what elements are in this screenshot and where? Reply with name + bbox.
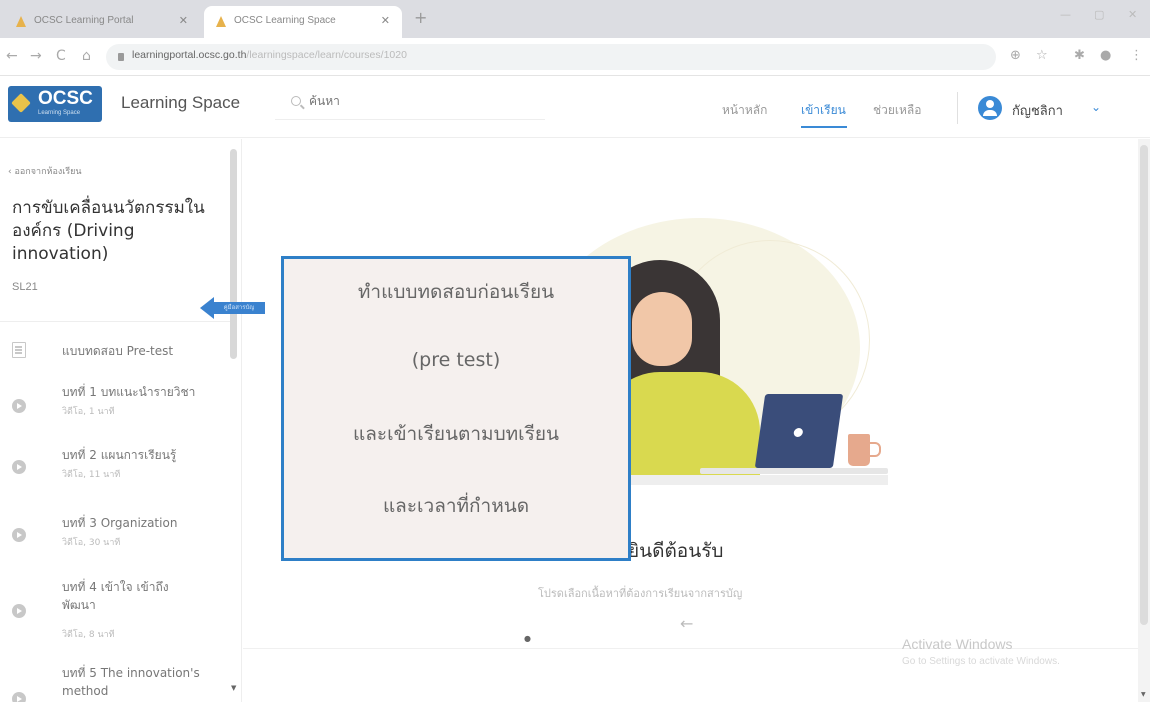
activate-windows-watermark: Activate Windows	[902, 636, 1013, 652]
lesson-meta: วิดีโอ, 11 นาที	[62, 470, 121, 480]
course-title: การขับเคลื่อนนวัตกรรมในองค์กร (Driving i…	[12, 198, 205, 264]
dot-mark: ●	[524, 634, 531, 643]
callout-line-4: และเวลาที่กำหนด	[382, 495, 530, 517]
lesson-item-2[interactable]: บทที่ 2 แผนการเรียนรู้ วิดีโอ, 11 นาที	[0, 446, 230, 496]
back-icon[interactable]: ←	[6, 48, 18, 64]
nav-active-indicator	[801, 126, 847, 128]
lesson-meta: วิดีโอ, 30 นาที	[62, 538, 121, 548]
callout-line-3: และเข้าเรียนตามบทเรียน	[352, 423, 559, 445]
search-input[interactable]	[309, 94, 529, 108]
nav-help[interactable]: ช่วยเหลือ	[873, 101, 922, 120]
laptop-icon	[754, 394, 844, 468]
welcome-title: ยินดีต้อนรับ	[628, 540, 724, 562]
lesson-title: บทที่ 2 แผนการเรียนรู้	[62, 448, 177, 462]
address-bar[interactable]: learningportal.ocsc.go.th/learningspace/…	[106, 44, 996, 70]
play-icon	[12, 692, 26, 702]
scroll-down-icon[interactable]: ▼	[231, 684, 236, 692]
play-icon	[12, 460, 26, 474]
scroll-down-icon[interactable]: ▼	[1141, 691, 1146, 698]
ocsc-logo[interactable]: OCSC Learning Space	[8, 86, 102, 122]
lock-icon	[118, 53, 124, 61]
lesson-title: บทที่ 4 เข้าใจ เข้าถึง พัฒนา	[62, 580, 169, 612]
tab-label: OCSC Learning Space	[234, 15, 336, 26]
app-title: Learning Space	[121, 93, 241, 112]
activate-windows-subtitle: Go to Settings to activate Windows.	[902, 656, 1060, 667]
new-tab-icon[interactable]: +	[414, 8, 427, 27]
ocsc-favicon-icon	[216, 16, 226, 27]
laptop-base	[700, 468, 888, 474]
illustration-desk	[620, 475, 888, 485]
arrow-left-icon	[200, 297, 214, 319]
course-sidebar: ‹ ออกจากห้องเรียน การขับเคลื่อนนวัตกรรมใ…	[0, 139, 242, 702]
forward-icon[interactable]: →	[30, 48, 42, 64]
lesson-item-5[interactable]: บทที่ 5 The innovation's method	[0, 664, 230, 702]
instruction-callout: ทำแบบทดสอบก่อนเรียน (pre test) และเข้าเร…	[281, 256, 631, 561]
minimize-icon[interactable]: —	[1060, 8, 1071, 21]
welcome-subtitle: โปรดเลือกเนื้อหาที่ต้องการเรียนจากสารบัญ	[538, 587, 743, 600]
mug-icon	[848, 434, 881, 466]
bookmark-star-icon[interactable]: ☆	[1036, 48, 1048, 63]
callout-arrow-label: คู่มือสารบัญ	[213, 302, 265, 314]
close-window-icon[interactable]: ✕	[1128, 8, 1137, 21]
chevron-left-icon: ‹	[8, 167, 12, 177]
lesson-title: บทที่ 1 บทแนะนำรายวิชา	[62, 385, 196, 399]
play-icon	[12, 399, 26, 413]
lesson-item-pretest[interactable]: แบบทดสอบ Pre-test	[0, 339, 230, 369]
lesson-item-1[interactable]: บทที่ 1 บทแนะนำรายวิชา วิดีโอ, 1 นาที	[0, 383, 230, 433]
lesson-title: บทที่ 3 Organization	[62, 516, 178, 530]
sidebar-scrollbar[interactable]	[230, 149, 237, 359]
menu-icon[interactable]: ⋮	[1130, 48, 1143, 63]
lesson-title: แบบทดสอบ Pre-test	[62, 344, 174, 358]
user-name[interactable]: กัญชลิกา	[1012, 100, 1063, 121]
callout-line-2: (pre test)	[411, 349, 501, 371]
lesson-title: บทที่ 5 The innovation's method	[62, 666, 200, 698]
leave-classroom-label: ออกจากห้องเรียน	[14, 167, 82, 177]
play-icon	[12, 528, 26, 542]
maximize-icon[interactable]: ▢	[1094, 8, 1104, 21]
tab-close-icon[interactable]: ✕	[381, 6, 390, 36]
ocsc-favicon-icon	[16, 16, 26, 27]
lesson-item-4[interactable]: บทที่ 4 เข้าใจ เข้าถึง พัฒนา วิดีโอ, 8 น…	[0, 578, 230, 648]
browser-tab-learning-portal[interactable]: OCSC Learning Portal ✕	[4, 6, 200, 38]
play-icon	[12, 604, 26, 618]
lesson-meta: วิดีโอ, 1 นาที	[62, 407, 115, 417]
user-avatar-icon[interactable]	[978, 96, 1002, 120]
browser-tab-bar: OCSC Learning Portal ✕ OCSC Learning Spa…	[0, 0, 1150, 38]
nav-learn[interactable]: เข้าเรียน	[801, 101, 846, 120]
scrollbar-thumb[interactable]	[1140, 145, 1148, 625]
profile-icon[interactable]: ●	[1100, 48, 1111, 63]
extensions-icon[interactable]: ✱	[1074, 48, 1085, 63]
document-icon	[12, 342, 26, 358]
tab-close-icon[interactable]: ✕	[179, 6, 188, 36]
header-divider	[957, 92, 958, 124]
url-text: learningportal.ocsc.go.th/learningspace/…	[132, 49, 407, 61]
laptop-logo	[793, 428, 804, 437]
search-box[interactable]	[275, 90, 545, 120]
illustration-face	[632, 292, 692, 366]
nav-home[interactable]: หน้าหลัก	[722, 101, 767, 120]
translate-icon[interactable]: ⊕	[1010, 48, 1021, 63]
arrow-left-icon[interactable]: ←	[680, 614, 693, 633]
browser-tab-learning-space[interactable]: OCSC Learning Space ✕	[204, 6, 402, 38]
app-header: OCSC Learning Space Learning Space หน้าห…	[0, 76, 1150, 138]
callout-line-1: ทำแบบทดสอบก่อนเรียน	[357, 281, 555, 303]
chevron-down-icon[interactable]: ⌄	[1091, 100, 1101, 114]
leave-classroom-link[interactable]: ‹ ออกจากห้องเรียน	[8, 164, 82, 178]
search-icon	[291, 96, 301, 106]
course-code: SL21	[12, 281, 38, 293]
logo-mark-icon	[11, 93, 31, 113]
sidebar-divider	[0, 321, 230, 322]
lesson-item-3[interactable]: บทที่ 3 Organization วิดีโอ, 30 นาที	[0, 514, 230, 564]
lesson-meta: วิดีโอ, 8 นาที	[62, 630, 115, 640]
home-icon[interactable]: ⌂	[82, 48, 91, 64]
main-scrollbar[interactable]: ▼	[1138, 139, 1150, 702]
browser-toolbar: ← → C ⌂ learningportal.ocsc.go.th/learni…	[0, 38, 1150, 76]
reload-icon[interactable]: C	[56, 48, 66, 64]
tab-label: OCSC Learning Portal	[34, 15, 134, 26]
